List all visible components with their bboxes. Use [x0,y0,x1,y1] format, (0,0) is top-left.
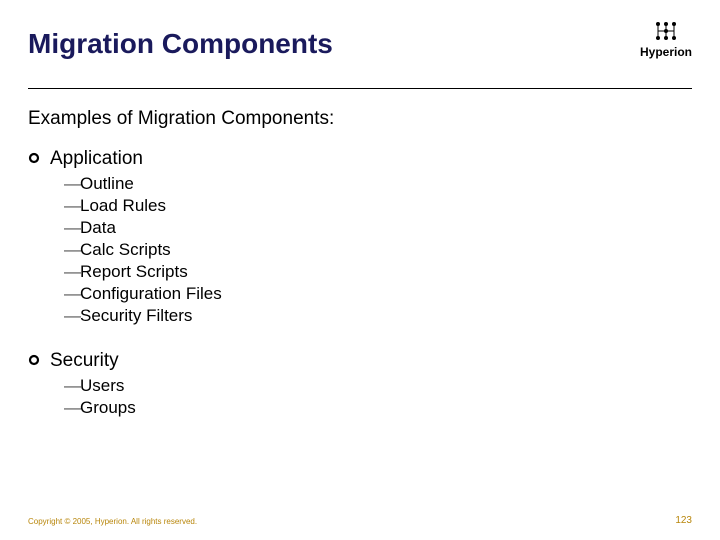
slide-footer: Copyright © 2005, Hyperion. All rights r… [28,515,692,526]
sub-list-item-label: Report Scripts [80,262,188,282]
list-item-label: Application [50,148,143,170]
dash-icon: — [64,240,80,260]
dash-icon: — [64,306,80,326]
bullet-ring-icon [28,350,40,372]
sub-list-item: —Outline [64,174,692,194]
slide-title: Migration Components [28,28,333,60]
intro-text: Examples of Migration Components: [28,108,692,130]
brand-logo-text: Hyperion [640,45,692,59]
list-item: Security [28,350,692,372]
sub-list-item: —Load Rules [64,196,692,216]
sub-list-item-label: Load Rules [80,196,166,216]
dash-icon: — [64,174,80,194]
sub-list-item: —Users [64,376,692,396]
copyright-text: Copyright © 2005, Hyperion. All rights r… [28,517,197,526]
slide-body: Examples of Migration Components: Applic… [28,108,692,420]
sub-list-item: —Security Filters [64,306,692,326]
hyperion-logo-icon [652,20,680,42]
dash-icon: — [64,398,80,418]
dash-icon: — [64,196,80,216]
list-item: Application [28,148,692,170]
page-number: 123 [675,515,692,526]
sub-list-item-label: Users [80,376,124,396]
sub-list-item: —Calc Scripts [64,240,692,260]
title-divider [28,88,692,89]
dash-icon: — [64,218,80,238]
sub-list-item-label: Security Filters [80,306,192,326]
sub-list-item: —Report Scripts [64,262,692,282]
dash-icon: — [64,284,80,304]
sub-list-item: —Configuration Files [64,284,692,304]
sub-list-item-label: Data [80,218,116,238]
dash-icon: — [64,376,80,396]
slide: Migration Components Hyperion Examples o [0,0,720,540]
sub-list-item-label: Calc Scripts [80,240,171,260]
sub-list-item: —Groups [64,398,692,418]
list-item-label: Security [50,350,119,372]
bullet-ring-icon [28,148,40,170]
sub-list-item-label: Configuration Files [80,284,222,304]
brand-logo: Hyperion [640,20,692,59]
sub-list-item-label: Groups [80,398,136,418]
sub-list-item-label: Outline [80,174,134,194]
sub-list-item: —Data [64,218,692,238]
dash-icon: — [64,262,80,282]
